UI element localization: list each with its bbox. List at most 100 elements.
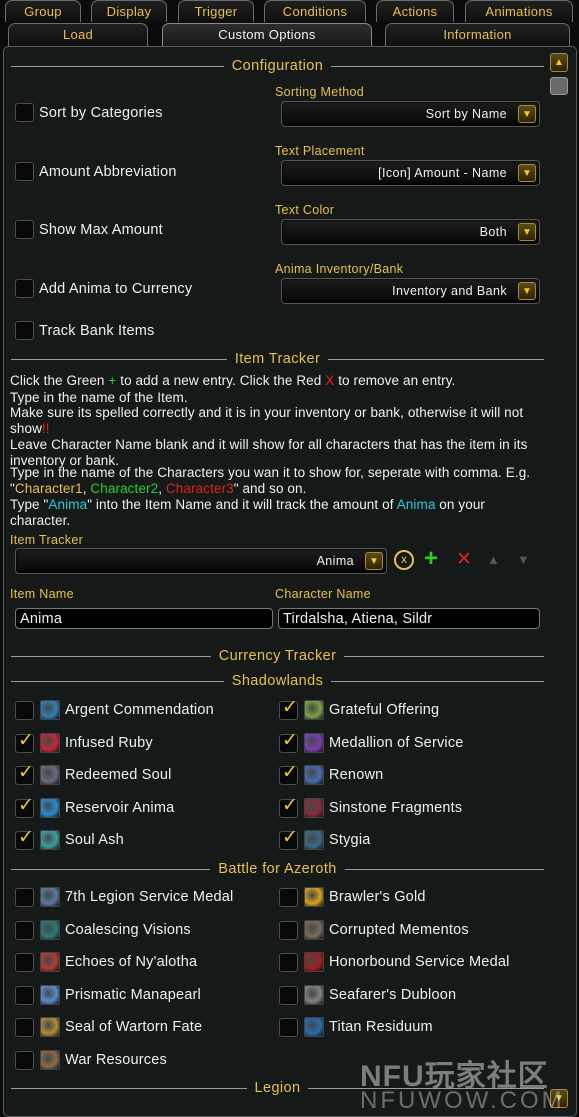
currency-tracker-header: Currency Tracker — [11, 648, 544, 664]
track-bank-items-label: Track Bank Items — [39, 323, 155, 339]
bfa-currency-checkbox[interactable] — [279, 985, 298, 1005]
dropdown-value: Sort by Name — [425, 107, 507, 121]
shadowlands-currency-checkbox[interactable]: ✓ — [279, 762, 298, 785]
bfa-currency-checkbox[interactable] — [279, 1018, 298, 1037]
bfa-currency-label: Echoes of Ny'alotha — [65, 954, 198, 970]
currency-icon — [40, 797, 60, 818]
item-name-input[interactable]: Anima — [15, 608, 273, 629]
dropdown-value: Both — [479, 225, 507, 239]
sort-by-categories-checkbox[interactable] — [15, 103, 34, 122]
currency-icon — [304, 830, 324, 850]
character-name-input[interactable]: Tirdalsha, Atiena, Sildr — [278, 608, 540, 629]
bfa-currency-label: 7th Legion Service Medal — [65, 889, 234, 905]
move-up-icon[interactable]: ▲ — [487, 552, 500, 567]
refresh-icon[interactable]: x — [394, 550, 414, 570]
dropdown-arrow-icon[interactable]: ▼ — [518, 164, 536, 182]
shadowlands-currency-checkbox[interactable]: ✓ — [279, 729, 298, 753]
currency-icon — [40, 765, 60, 785]
amount-abbreviation-label: Amount Abbreviation — [39, 164, 177, 180]
currency-icon — [304, 952, 324, 972]
bfa-currency-checkbox[interactable] — [15, 953, 34, 972]
help-line-6: Type "Anima" into the Item Name and it w… — [10, 497, 486, 528]
shadowlands-currency-label: Soul Ash — [65, 832, 124, 848]
dropdown-arrow-icon[interactable]: ▼ — [365, 552, 383, 570]
anima-inventory-bank-dropdown[interactable]: Inventory and Bank ▼ — [281, 278, 540, 304]
dropdown-arrow-icon[interactable]: ▼ — [518, 223, 536, 241]
tab-custom-options[interactable]: Custom Options — [162, 23, 372, 47]
scrollbar-thumb[interactable] — [550, 77, 568, 95]
shadowlands-currency-label: Sinstone Fragments — [329, 799, 463, 816]
currency-icon — [40, 984, 60, 1005]
help-line-3: Make sure its spelled correctly and it i… — [10, 405, 524, 436]
checkmark-icon: ✓ — [18, 729, 34, 751]
sorting-method-dropdown[interactable]: Sort by Name ▼ — [281, 101, 540, 127]
add-anima-to-currency-checkbox[interactable] — [15, 279, 34, 298]
tab-trigger[interactable]: Trigger — [178, 0, 254, 22]
help-line-2: Type in the name of the Item. — [10, 390, 188, 405]
bfa-currency-checkbox[interactable] — [15, 1050, 34, 1070]
bfa-currency-checkbox[interactable] — [15, 1018, 34, 1037]
sort-by-categories-label: Sort by Categories — [39, 105, 163, 121]
text-color-label: Text Color — [275, 203, 335, 217]
currency-icon — [304, 984, 324, 1005]
checkmark-icon: ✓ — [282, 729, 298, 751]
currency-icon — [40, 887, 60, 907]
shadowlands-currency-checkbox[interactable]: ✓ — [15, 796, 34, 818]
text-placement-dropdown[interactable]: [Icon] Amount - Name ▼ — [281, 160, 540, 186]
checkmark-icon: ✓ — [282, 697, 298, 718]
bfa-currency-checkbox[interactable] — [15, 920, 34, 940]
tab-actions[interactable]: Actions — [376, 0, 454, 22]
shadowlands-currency-checkbox[interactable]: ✓ — [15, 828, 34, 850]
tab-animations[interactable]: Animations — [465, 0, 573, 22]
shadowlands-currency-checkbox[interactable] — [15, 701, 34, 720]
remove-entry-icon[interactable]: ✕ — [456, 548, 472, 571]
bfa-currency-checkbox[interactable] — [15, 985, 34, 1005]
move-down-icon[interactable]: ▼ — [517, 552, 530, 567]
bfa-currency-checkbox[interactable] — [279, 920, 298, 940]
currency-icon — [304, 732, 324, 753]
dropdown-arrow-icon[interactable]: ▼ — [518, 105, 536, 123]
amount-abbreviation-checkbox[interactable] — [15, 162, 34, 181]
shadowlands-currency-checkbox[interactable]: ✓ — [279, 794, 298, 818]
bfa-currency-label: Seafarer's Dubloon — [329, 986, 457, 1003]
shadowlands-currency-checkbox[interactable]: ✓ — [15, 763, 34, 785]
shadowlands-currency-label: Infused Ruby — [65, 734, 153, 751]
add-anima-to-currency-label: Add Anima to Currency — [39, 281, 193, 297]
text-color-dropdown[interactable]: Both ▼ — [281, 219, 540, 245]
item-tracker-label: Item Tracker — [10, 533, 84, 547]
text-placement-label: Text Placement — [275, 144, 365, 158]
currency-icon — [304, 797, 324, 818]
bfa-currency-label: Titan Residuum — [329, 1019, 433, 1035]
dropdown-value: Anima — [316, 554, 354, 568]
currency-icon — [40, 952, 60, 972]
item-tracker-dropdown[interactable]: Anima ▼ — [15, 548, 387, 574]
bfa-currency-label: War Resources — [65, 1051, 167, 1068]
add-entry-icon[interactable]: + — [424, 545, 438, 573]
checkmark-icon: ✓ — [282, 762, 298, 783]
bfa-currency-checkbox[interactable] — [279, 888, 298, 907]
bfa-currency-checkbox[interactable] — [15, 888, 34, 907]
tab-information[interactable]: Information — [385, 23, 570, 47]
bfa-currency-label: Corrupted Mementos — [329, 921, 469, 938]
checkmark-icon: ✓ — [282, 794, 298, 816]
character-name-label: Character Name — [275, 587, 371, 601]
bfa-currency-label: Honorbound Service Medal — [329, 954, 510, 970]
help-line-1: Click the Green + to add a new entry. Cl… — [10, 373, 456, 388]
show-max-amount-checkbox[interactable] — [15, 220, 34, 239]
shadowlands-currency-checkbox[interactable]: ✓ — [279, 828, 298, 850]
help-line-5: Type in the name of the Characters you w… — [10, 465, 531, 496]
tab-display[interactable]: Display — [91, 0, 167, 22]
bfa-currency-checkbox[interactable] — [279, 953, 298, 972]
dropdown-arrow-icon[interactable]: ▼ — [518, 282, 536, 300]
shadowlands-currency-label: Redeemed Soul — [65, 767, 172, 783]
tab-conditions[interactable]: Conditions — [264, 0, 366, 22]
item-tracker-header: Item Tracker — [11, 351, 544, 367]
tab-group[interactable]: Group — [5, 0, 81, 22]
help-line-4: Leave Character Name blank and it will s… — [10, 437, 528, 468]
bfa-currency-label: Prismatic Manapearl — [65, 986, 201, 1003]
track-bank-items-checkbox[interactable] — [15, 321, 34, 340]
tab-load[interactable]: Load — [8, 23, 148, 47]
scroll-up-icon[interactable]: ▲ — [550, 53, 568, 72]
shadowlands-currency-checkbox[interactable]: ✓ — [279, 697, 298, 720]
shadowlands-currency-checkbox[interactable]: ✓ — [15, 729, 34, 753]
